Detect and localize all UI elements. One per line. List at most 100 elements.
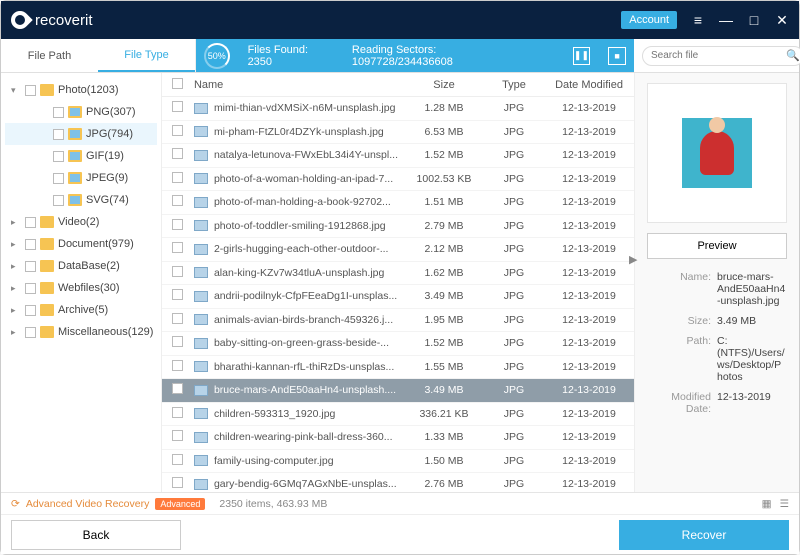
file-row[interactable]: children-593313_1920.jpg 336.21 KB JPG 1… (162, 403, 634, 427)
close-icon[interactable]: ✕ (775, 12, 789, 29)
row-checkbox[interactable] (172, 336, 183, 347)
file-row[interactable]: bharathi-kannan-rfL-thiRzDs-unsplas... 1… (162, 356, 634, 380)
row-checkbox[interactable] (172, 266, 183, 277)
file-row[interactable]: 2-girls-hugging-each-other-outdoor-... 2… (162, 238, 634, 262)
file-row[interactable]: mimi-thian-vdXMSiX-n6M-unsplash.jpg 1.28… (162, 97, 634, 121)
maximize-icon[interactable]: □ (747, 12, 761, 28)
row-checkbox[interactable] (172, 219, 183, 230)
row-checkbox[interactable] (172, 125, 183, 136)
row-checkbox[interactable] (172, 360, 183, 371)
tree-item[interactable]: ▸ Video(2) (5, 211, 157, 233)
file-name: photo-of-man-holding-a-book-92702... (214, 196, 391, 208)
row-checkbox[interactable] (172, 289, 183, 300)
row-checkbox[interactable] (172, 313, 183, 324)
tree-item[interactable]: ▾ Photo(1203) (5, 79, 157, 101)
tree-checkbox[interactable] (25, 239, 36, 250)
file-row[interactable]: mi-pham-FtZL0r4DZYk-unsplash.jpg 6.53 MB… (162, 121, 634, 145)
tree-checkbox[interactable] (25, 217, 36, 228)
tree-checkbox[interactable] (53, 107, 64, 118)
tree-checkbox[interactable] (25, 305, 36, 316)
preview-button[interactable]: Preview (647, 233, 787, 259)
minimize-icon[interactable]: — (719, 12, 733, 28)
file-type: JPG (484, 384, 544, 396)
file-row[interactable]: andrii-podilnyk-CfpFEeaDg1I-unsplas... 3… (162, 285, 634, 309)
col-date[interactable]: Date Modified (544, 79, 634, 91)
col-name[interactable]: Name (194, 79, 404, 91)
file-row[interactable]: photo-of-man-holding-a-book-92702... 1.5… (162, 191, 634, 215)
tree-label: Miscellaneous(129) (58, 326, 157, 338)
tree-subitem[interactable]: JPEG(9) (5, 167, 157, 189)
file-row[interactable]: bruce-mars-AndE50aaHn4-unsplash.... 3.49… (162, 379, 634, 403)
tree-item[interactable]: ▸ DataBase(2) (5, 255, 157, 277)
preview-path-label: Path: (647, 335, 711, 383)
file-date: 12-13-2019 (544, 478, 634, 490)
tree-checkbox[interactable] (25, 327, 36, 338)
menu-icon[interactable]: ≡ (691, 12, 705, 28)
image-file-icon (194, 267, 208, 278)
file-type: JPG (484, 361, 544, 373)
list-view-icon[interactable]: ☰ (780, 498, 789, 510)
file-row[interactable]: animals-avian-birds-branch-459326.j... 1… (162, 309, 634, 333)
tree-checkbox[interactable] (53, 173, 64, 184)
file-row[interactable]: photo-of-a-woman-holding-an-ipad-7... 10… (162, 168, 634, 192)
pause-icon[interactable]: ❚❚ (573, 47, 591, 65)
tab-file-path[interactable]: File Path (1, 39, 98, 72)
tree-item[interactable]: ▸ Document(979) (5, 233, 157, 255)
tree-checkbox[interactable] (53, 129, 64, 140)
file-row[interactable]: gary-bendig-6GMq7AGxNbE-unsplas... 2.76 … (162, 473, 634, 492)
file-row[interactable]: alan-king-KZv7w34tluA-unsplash.jpg 1.62 … (162, 262, 634, 286)
category-tree: ▾ Photo(1203) PNG(307) JPG(794) GIF(19) … (1, 73, 162, 492)
preview-name-value: bruce-mars-AndE50aaHn4-unsplash.jpg (717, 271, 787, 307)
image-file-icon (194, 126, 208, 137)
tab-file-type[interactable]: File Type (98, 39, 195, 72)
row-checkbox[interactable] (172, 172, 183, 183)
row-checkbox[interactable] (172, 407, 183, 418)
tree-subitem[interactable]: JPG(794) (5, 123, 157, 145)
bottom-bar: ⟳ Advanced Video Recovery Advanced 2350 … (1, 492, 799, 554)
file-row[interactable]: natalya-letunova-FWxEbL34i4Y-unspl... 1.… (162, 144, 634, 168)
row-checkbox[interactable] (172, 454, 183, 465)
folder-icon (40, 216, 54, 228)
tree-checkbox[interactable] (53, 151, 64, 162)
file-row[interactable]: baby-sitting-on-green-grass-beside-... 1… (162, 332, 634, 356)
folder-icon (40, 304, 54, 316)
row-checkbox[interactable] (172, 242, 183, 253)
file-row[interactable]: family-using-computer.jpg 1.50 MB JPG 12… (162, 450, 634, 474)
row-checkbox[interactable] (172, 383, 183, 394)
row-checkbox[interactable] (172, 195, 183, 206)
back-button[interactable]: Back (11, 520, 181, 550)
tree-item[interactable]: ▸ Archive(5) (5, 299, 157, 321)
tree-subitem[interactable]: SVG(74) (5, 189, 157, 211)
tree-item[interactable]: ▸ Webfiles(30) (5, 277, 157, 299)
row-checkbox[interactable] (172, 101, 183, 112)
image-file-icon (194, 197, 208, 208)
tree-checkbox[interactable] (25, 283, 36, 294)
row-checkbox[interactable] (172, 148, 183, 159)
select-all-checkbox[interactable] (172, 78, 183, 89)
tree-item[interactable]: ▸ Miscellaneous(129) (5, 321, 157, 343)
search-input[interactable] (642, 46, 800, 66)
tree-subitem[interactable]: GIF(19) (5, 145, 157, 167)
tree-checkbox[interactable] (25, 261, 36, 272)
preview-size-label: Size: (647, 315, 711, 327)
stop-icon[interactable]: ■ (608, 47, 626, 65)
row-checkbox[interactable] (172, 430, 183, 441)
col-type[interactable]: Type (484, 79, 544, 91)
tree-checkbox[interactable] (53, 195, 64, 206)
file-name: baby-sitting-on-green-grass-beside-... (214, 337, 389, 349)
grid-view-icon[interactable]: ▦ (762, 498, 772, 510)
row-checkbox[interactable] (172, 477, 183, 488)
tree-subitem[interactable]: PNG(307) (5, 101, 157, 123)
image-file-icon (194, 338, 208, 349)
file-size: 1.33 MB (404, 431, 484, 443)
advanced-video-recovery-link[interactable]: ⟳ Advanced Video Recovery Advanced (11, 498, 205, 510)
account-button[interactable]: Account (621, 11, 677, 29)
image-file-icon (194, 385, 208, 396)
file-row[interactable]: photo-of-toddler-smiling-1912868.jpg 2.7… (162, 215, 634, 239)
col-size[interactable]: Size (404, 79, 484, 91)
recover-button[interactable]: Recover (619, 520, 789, 550)
tree-label: JPG(794) (86, 128, 157, 140)
tree-checkbox[interactable] (25, 85, 36, 96)
collapse-preview-icon[interactable]: ▶ (629, 253, 637, 266)
file-row[interactable]: children-wearing-pink-ball-dress-360... … (162, 426, 634, 450)
